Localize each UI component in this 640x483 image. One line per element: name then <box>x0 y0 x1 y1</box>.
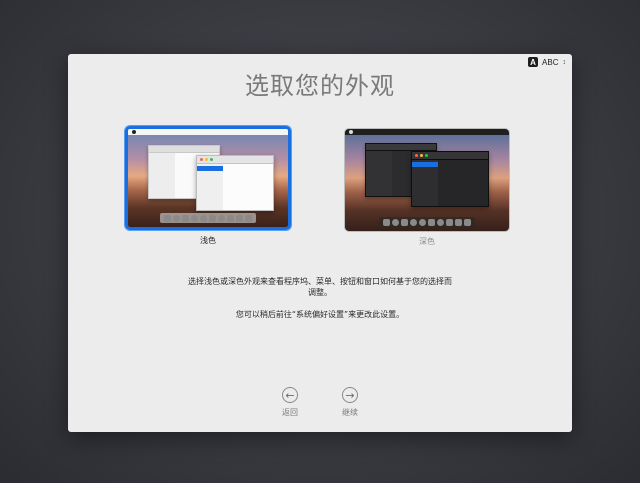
description-text: 选择浅色或深色外观来查看程序坞、菜单、按钮和窗口如何基于您的选择而 调整。 您可… <box>68 276 572 320</box>
continue-label: 继续 <box>342 408 358 417</box>
dock <box>379 217 475 227</box>
dark-appearance-thumbnail[interactable] <box>344 128 510 232</box>
menu-bar <box>128 129 288 135</box>
arrow-left-circle-icon[interactable]: ← <box>282 387 298 403</box>
apple-icon <box>132 130 136 134</box>
chevron-updown-icon: ↕ <box>562 58 567 66</box>
appearance-option-light[interactable]: 浅色 <box>125 126 295 246</box>
dock <box>160 213 256 223</box>
setup-assistant-window: A ABC ↕ 选取您的外观 浅色 深色 选择浅色或深色外观来查看程序坞、菜单、… <box>68 54 572 432</box>
back-button[interactable]: ← 返回 <box>270 387 310 418</box>
apple-icon <box>349 130 353 134</box>
appearance-option-dark[interactable]: 深色 <box>342 126 512 247</box>
arrow-right-circle-icon[interactable]: → <box>342 387 358 403</box>
option-label-light: 浅色 <box>200 236 216 245</box>
continue-button[interactable]: → 继续 <box>330 387 370 418</box>
description-line-1: 选择浅色或深色外观来查看程序坞、菜单、按钮和窗口如何基于您的选择而 <box>188 277 452 286</box>
preview-window-front <box>196 155 274 211</box>
back-label: 返回 <box>282 408 298 417</box>
option-label-dark: 深色 <box>419 237 435 246</box>
light-appearance-thumbnail[interactable] <box>125 126 291 230</box>
description-line-2: 调整。 <box>308 288 332 297</box>
description-line-3: 您可以稍后前往“系统偏好设置”来更改此设置。 <box>235 310 405 319</box>
preview-window-front <box>411 151 489 207</box>
page-title: 选取您的外观 <box>245 72 395 100</box>
menu-bar <box>345 129 509 135</box>
